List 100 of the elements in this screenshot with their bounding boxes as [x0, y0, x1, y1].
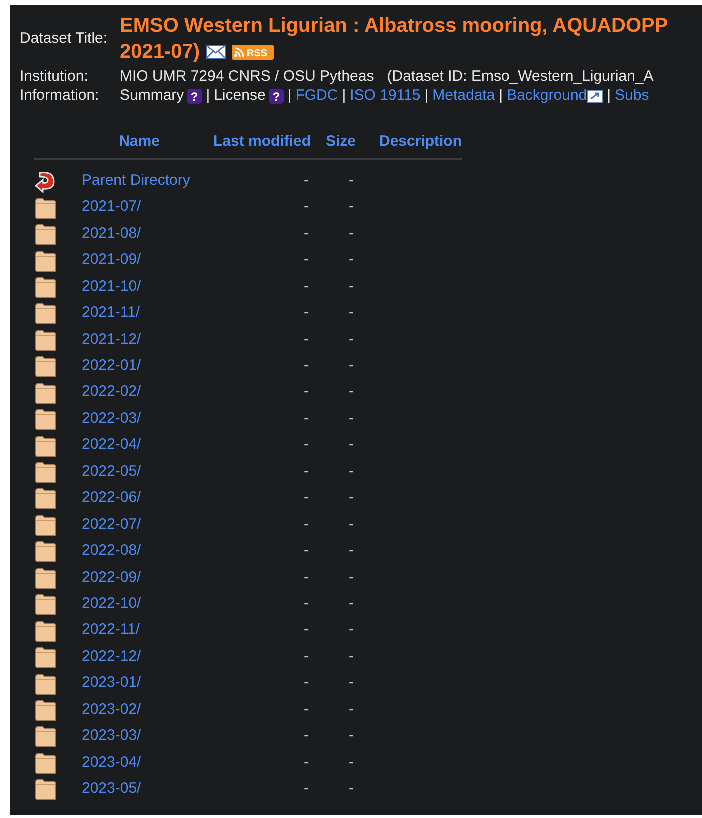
size-cell-text: - [349, 779, 354, 800]
size-cell-text: - [349, 224, 354, 244]
modified-cell-text: - [304, 620, 309, 640]
size-cell-text: - [349, 435, 354, 456]
folder-icon [34, 328, 58, 352]
parent-directory-link[interactable]: Parent Directory [74, 170, 205, 192]
folder-icon [34, 750, 58, 775]
size-cell-text: - [349, 700, 354, 720]
size-cell-text: - [349, 514, 354, 535]
size-cell-text: - [349, 197, 354, 218]
info-link[interactable]: ISO 19115 [350, 86, 421, 106]
size-cell-text: - [349, 620, 354, 640]
modified-cell-text: - [304, 462, 309, 482]
folder-link[interactable]: 2022-03/ [74, 408, 205, 430]
modified-cell-text: - [304, 250, 309, 270]
separator: | [499, 86, 504, 106]
modified-cell-text: - [304, 726, 309, 746]
info-link[interactable]: Background [507, 86, 588, 106]
folder-link[interactable]: 2022-08/ [74, 540, 205, 563]
info-label: License [214, 86, 266, 106]
modified-cell-text: - [304, 224, 309, 244]
size-cell-text: - [349, 170, 354, 191]
folder-link[interactable]: 2023-04/ [74, 752, 205, 774]
dataset-id-text: (Dataset ID: Emso_Western_Ligurian_A [387, 67, 654, 86]
folder-link[interactable]: 2022-01/ [74, 355, 205, 378]
modified-cell-text: - [304, 303, 309, 324]
column-header[interactable]: Last modified [205, 130, 311, 154]
column-header[interactable]: Description [356, 130, 462, 154]
folder-link[interactable]: 2022-02/ [74, 381, 205, 404]
folder-link[interactable]: 2022-04/ [74, 434, 205, 457]
folder-icon [34, 592, 58, 616]
modified-cell-text: - [304, 594, 309, 614]
modified-cell-text: - [304, 514, 309, 535]
size-cell-text: - [349, 382, 354, 402]
external-link-icon[interactable] [587, 90, 604, 102]
size-cell-text: - [349, 673, 354, 694]
info-link[interactable]: Metadata [432, 86, 496, 106]
dataset-title: 2021-07) [120, 40, 200, 65]
size-cell-text: - [349, 408, 354, 429]
folder-icon [34, 698, 58, 722]
modified-cell-text: - [304, 700, 309, 720]
modified-cell-text: - [304, 673, 309, 694]
folder-link[interactable]: 2022-09/ [74, 566, 205, 590]
size-cell-text: - [349, 303, 354, 324]
modified-cell-text: - [304, 276, 309, 297]
modified-cell-text: - [304, 330, 309, 350]
info-link[interactable]: Subs [615, 86, 650, 106]
folder-link[interactable]: 2021-11/ [74, 302, 205, 325]
folder-icon [34, 539, 58, 564]
envelope-icon[interactable] [206, 45, 226, 59]
folder-icon [34, 724, 58, 748]
column-header[interactable]: Name [74, 130, 205, 154]
help-icon[interactable]: ? [268, 88, 284, 104]
folder-link[interactable]: 2023-01/ [74, 672, 205, 695]
separator: | [607, 86, 612, 106]
folder-icon [34, 618, 58, 643]
size-cell-text: - [349, 488, 354, 508]
folder-icon [34, 672, 58, 696]
folder-link[interactable]: 2021-08/ [74, 222, 205, 246]
institution-text: MIO UMR 7294 CNRS / OSU Pytheas [120, 67, 374, 86]
folder-link[interactable]: 2022-06/ [74, 487, 205, 510]
dataset-title: EMSO Western Ligurian : Albatross mooring, AQUADOPP [120, 14, 668, 39]
folder-link[interactable]: 2022-05/ [74, 460, 205, 484]
folder-link[interactable]: 2021-10/ [74, 276, 205, 298]
folder-icon [34, 645, 58, 670]
separator: | [288, 86, 292, 106]
institution-label: Institution: [20, 67, 90, 86]
modified-cell-text: - [304, 197, 309, 218]
folder-icon [34, 460, 58, 484]
separator: | [342, 86, 346, 106]
modified-cell-text: - [304, 646, 309, 667]
modified-cell-text: - [304, 488, 309, 508]
folder-link[interactable]: 2022-11/ [74, 619, 205, 642]
folder-icon [34, 196, 58, 220]
folder-link[interactable]: 2022-10/ [74, 592, 205, 616]
folder-link[interactable]: 2022-07/ [74, 514, 205, 536]
folder-link[interactable]: 2023-05/ [74, 778, 205, 801]
folder-link[interactable]: 2023-02/ [74, 698, 205, 722]
folder-icon [34, 434, 58, 458]
separator: | [424, 86, 429, 106]
folder-icon [34, 248, 58, 273]
folder-link[interactable]: 2021-09/ [74, 249, 205, 272]
info-label: Summary [120, 86, 184, 106]
folder-link[interactable]: 2021-07/ [74, 196, 205, 219]
help-icon[interactable]: ? [187, 88, 202, 104]
size-cell-text: - [349, 541, 354, 562]
folder-icon [34, 407, 58, 432]
info-link[interactable]: FGDC [296, 86, 338, 106]
column-header[interactable]: Size [311, 130, 356, 154]
folder-link[interactable]: 2022-12/ [74, 646, 205, 668]
size-cell-text: - [349, 726, 354, 746]
folder-link[interactable]: 2023-03/ [74, 725, 205, 748]
modified-cell-text: - [304, 408, 309, 429]
folder-link[interactable]: 2021-12/ [74, 328, 205, 352]
size-cell-text: - [349, 462, 354, 482]
modified-cell-text: - [304, 382, 309, 402]
modified-cell-text: - [304, 435, 309, 456]
modified-cell-text: - [304, 779, 309, 800]
information-label: Information: [20, 86, 100, 106]
size-cell-text: - [349, 276, 354, 297]
